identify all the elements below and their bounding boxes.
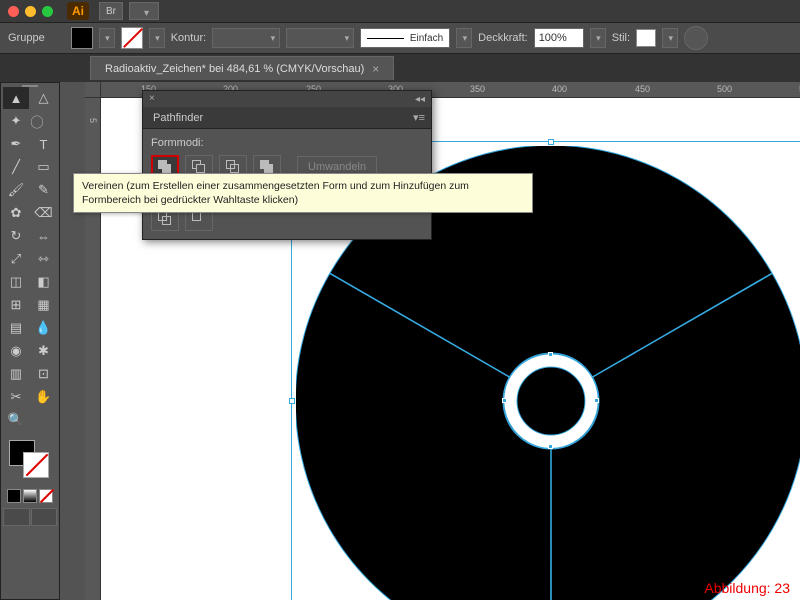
- app-icon: Ai: [67, 2, 89, 20]
- pen-tool-icon[interactable]: ✒: [3, 133, 29, 155]
- anchor-point-icon[interactable]: [548, 352, 553, 357]
- mesh-tool-icon[interactable]: ▦: [31, 294, 57, 316]
- resize-handle-icon[interactable]: [289, 398, 295, 404]
- gradient-tool-icon[interactable]: ▤: [3, 317, 29, 339]
- brush-dd-icon[interactable]: [456, 28, 472, 48]
- panel-menu-icon[interactable]: ▾≡: [413, 111, 425, 124]
- control-bar: Gruppe Kontur: Einfach Deckkraft: 100% S…: [0, 22, 800, 54]
- screen-mode-strip: [3, 506, 57, 526]
- gradient-mode-icon[interactable]: [23, 489, 37, 503]
- opacity-dd-icon[interactable]: [590, 28, 606, 48]
- panel-header[interactable]: × ◂◂: [143, 91, 431, 107]
- close-window-icon[interactable]: [8, 6, 19, 17]
- free-transform-tool-icon[interactable]: ◫: [3, 271, 29, 293]
- symbol-sprayer-tool-icon[interactable]: ✱: [31, 340, 57, 362]
- paintbrush-tool-icon[interactable]: 🖌: [3, 179, 29, 201]
- reflect-tool-icon[interactable]: ⇔: [31, 225, 57, 247]
- type-tool-icon[interactable]: T: [31, 133, 57, 155]
- brush-def-dropdown[interactable]: Einfach: [360, 28, 450, 48]
- ruler-mark: 500: [717, 84, 732, 94]
- traffic-lights: [8, 6, 53, 17]
- eraser-tool-icon[interactable]: ⌫: [31, 202, 57, 224]
- selection-type-label: Gruppe: [8, 32, 45, 44]
- shape-builder-tool-icon[interactable]: ◧: [31, 271, 57, 293]
- hand-tool-icon[interactable]: ✋: [31, 386, 57, 408]
- ruler-mark: 400: [552, 84, 567, 94]
- minimize-window-icon[interactable]: [25, 6, 36, 17]
- zoom-tool-icon[interactable]: 🔍: [3, 409, 29, 431]
- shape-modes-label: Formmodi:: [151, 137, 423, 149]
- scale-tool-icon[interactable]: ⤢: [3, 248, 29, 270]
- stroke-color-icon[interactable]: [23, 452, 49, 478]
- toolbar: ▲ △ ✦ ⃝ ✒ T ╱ ▭ 🖌 ✎ ✿ ⌫ ↻ ⇔ ⤢ ⇿ ◫ ◧ ⊞ ▦ …: [0, 82, 60, 600]
- panel-tab[interactable]: Pathfinder ▾≡: [143, 107, 431, 129]
- recolor-artwork-icon[interactable]: [684, 26, 708, 50]
- anchor-point-icon[interactable]: [502, 398, 507, 403]
- none-mode-icon[interactable]: [39, 489, 53, 503]
- graphic-style-swatch[interactable]: [636, 29, 656, 47]
- window-titlebar: Ai Br ▾: [0, 0, 800, 22]
- full-screen-icon[interactable]: [31, 508, 58, 526]
- close-tab-icon[interactable]: ×: [372, 62, 379, 76]
- document-tab[interactable]: Radioaktiv_Zeichen* bei 484,61 % (CMYK/V…: [90, 56, 394, 80]
- document-title: Radioaktiv_Zeichen* bei 484,61 % (CMYK/V…: [105, 63, 364, 75]
- zoom-window-icon[interactable]: [42, 6, 53, 17]
- panel-close-icon[interactable]: ×: [149, 93, 155, 104]
- anchor-point-icon[interactable]: [594, 398, 599, 403]
- fill-dropdown[interactable]: [99, 28, 115, 48]
- resize-handle-icon[interactable]: [548, 139, 554, 145]
- blend-tool-icon[interactable]: ◉: [3, 340, 29, 362]
- rotate-tool-icon[interactable]: ↻: [3, 225, 29, 247]
- perspective-grid-tool-icon[interactable]: ⊞: [3, 294, 29, 316]
- ruler-mark: 450: [635, 84, 650, 94]
- tooltip: Vereinen (zum Erstellen einer zusammenge…: [73, 173, 533, 213]
- rectangle-tool-icon[interactable]: ▭: [31, 156, 57, 178]
- blob-brush-tool-icon[interactable]: ✿: [3, 202, 29, 224]
- panel-title: Pathfinder: [153, 112, 203, 124]
- slice-tool-icon[interactable]: ✂: [3, 386, 29, 408]
- color-mode-icon[interactable]: [7, 489, 21, 503]
- pencil-tool-icon[interactable]: ✎: [31, 179, 57, 201]
- magic-wand-tool-icon[interactable]: ✦: [3, 110, 29, 132]
- empty-tool-slot: [31, 409, 57, 431]
- ruler-origin-icon[interactable]: [85, 82, 101, 97]
- fill-swatch[interactable]: [71, 27, 93, 49]
- stroke-swatch[interactable]: [121, 27, 143, 49]
- style-dd-icon[interactable]: [662, 28, 678, 48]
- direct-selection-tool-icon[interactable]: △: [31, 87, 57, 109]
- normal-screen-icon[interactable]: [3, 508, 30, 526]
- panel-layout-icon[interactable]: ▾: [129, 2, 159, 20]
- selection-tool-icon[interactable]: ▲: [3, 87, 29, 109]
- bridge-button[interactable]: Br: [99, 2, 123, 20]
- line-tool-icon[interactable]: ╱: [3, 156, 29, 178]
- stroke-label: Kontur:: [171, 32, 206, 44]
- style-label: Stil:: [612, 32, 630, 44]
- opacity-label: Deckkraft:: [478, 32, 528, 44]
- stroke-dropdown[interactable]: [149, 28, 165, 48]
- figure-label: Abbildung: 23: [704, 580, 790, 596]
- panel-collapse-icon[interactable]: ◂◂: [415, 94, 425, 105]
- artboard-tool-icon[interactable]: ⊡: [31, 363, 57, 385]
- var-width-dropdown[interactable]: [286, 28, 354, 48]
- color-mode-strip: [3, 487, 57, 505]
- pathfinder-panel[interactable]: × ◂◂ Pathfinder ▾≡ Formmodi: Umwandeln P…: [142, 90, 432, 240]
- document-tab-bar: Radioaktiv_Zeichen* bei 484,61 % (CMYK/V…: [0, 54, 800, 82]
- graph-tool-icon[interactable]: ▥: [3, 363, 29, 385]
- eyedropper-tool-icon[interactable]: 💧: [31, 317, 57, 339]
- ruler-mark: 350: [470, 84, 485, 94]
- fill-stroke-control[interactable]: [3, 436, 57, 486]
- lasso-tool-icon[interactable]: ⃝: [31, 110, 57, 132]
- ruler-mark: 5: [88, 118, 98, 123]
- width-tool-icon[interactable]: ⇿: [31, 248, 57, 270]
- panel-docking-edge: [60, 82, 85, 600]
- anchor-point-icon[interactable]: [548, 444, 553, 449]
- stroke-weight-dropdown[interactable]: [212, 28, 280, 48]
- opacity-field[interactable]: 100%: [534, 28, 584, 48]
